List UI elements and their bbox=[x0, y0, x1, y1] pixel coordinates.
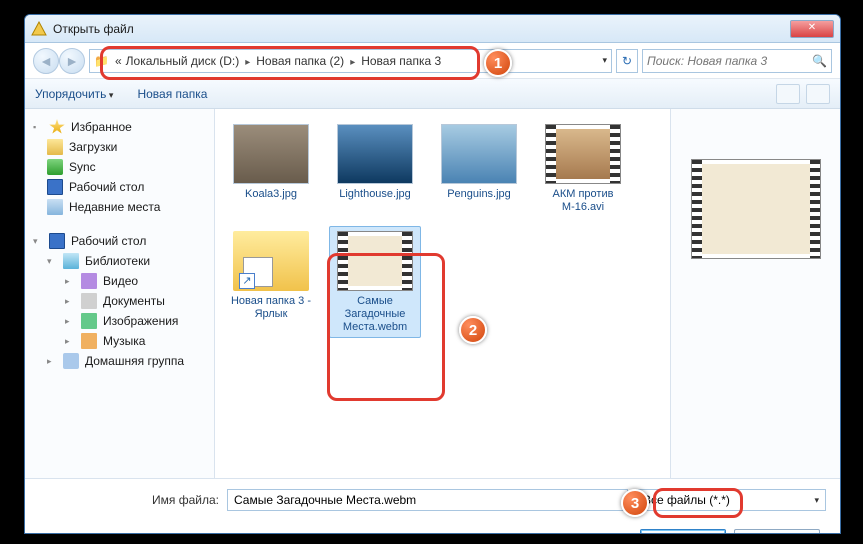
search-input[interactable] bbox=[647, 54, 812, 68]
homegroup-icon bbox=[63, 353, 79, 369]
libraries-icon bbox=[63, 253, 79, 269]
open-button[interactable]: Открыть▾ bbox=[640, 529, 726, 534]
organize-menu[interactable]: Упорядочить bbox=[35, 87, 113, 101]
file-open-dialog: Открыть файл ✕ ◄ ► 📁 « Локальный диск (D… bbox=[24, 14, 841, 534]
file-item[interactable]: Lighthouse.jpg bbox=[329, 119, 421, 218]
back-button[interactable]: ◄ bbox=[33, 48, 59, 74]
images-icon bbox=[81, 313, 97, 329]
image-thumb bbox=[233, 124, 309, 184]
sidebar-downloads[interactable]: Загрузки bbox=[69, 140, 117, 154]
sidebar-documents[interactable]: Документы bbox=[103, 294, 165, 308]
sidebar-homegroup[interactable]: Домашняя группа bbox=[85, 354, 184, 368]
annotation-marker-2: 2 bbox=[459, 316, 487, 344]
navigation-row: ◄ ► 📁 « Локальный диск (D:) Новая папка … bbox=[25, 43, 840, 79]
annotation-marker-1: 1 bbox=[484, 49, 512, 77]
sidebar-sync[interactable]: Sync bbox=[69, 160, 96, 174]
video-thumb bbox=[545, 124, 621, 184]
sidebar-video[interactable]: Видео bbox=[103, 274, 138, 288]
navigation-sidebar: ▪Избранное Загрузки Sync Рабочий стол Не… bbox=[25, 109, 215, 478]
window-title: Открыть файл bbox=[53, 22, 790, 36]
bottom-bar: Имя файла: Все файлы (*.*) Открыть▾ Отме… bbox=[25, 479, 840, 534]
file-item-selected[interactable]: Самые Загадочные Места.webm bbox=[329, 226, 421, 338]
image-thumb bbox=[337, 124, 413, 184]
sidebar-desktop2[interactable]: Рабочий стол bbox=[71, 234, 146, 248]
breadcrumb-item[interactable]: Новая папка 3 bbox=[359, 54, 443, 68]
refresh-button[interactable]: ↻ bbox=[616, 49, 638, 73]
desktop-icon bbox=[47, 179, 63, 195]
sidebar-favorites[interactable]: Избранное bbox=[71, 120, 132, 134]
preview-pane bbox=[670, 109, 840, 478]
file-type-filter[interactable]: Все файлы (*.*) bbox=[636, 489, 826, 511]
file-item[interactable]: ↗ Новая папка 3 - Ярлык bbox=[225, 226, 317, 338]
file-item[interactable]: АКМ против М-16.avi bbox=[537, 119, 629, 218]
file-item[interactable]: Koala3.jpg bbox=[225, 119, 317, 218]
cancel-button[interactable]: Отмена bbox=[734, 529, 820, 534]
new-folder-button[interactable]: Новая папка bbox=[137, 87, 207, 101]
image-thumb bbox=[441, 124, 517, 184]
sync-icon bbox=[47, 159, 63, 175]
help-button[interactable] bbox=[806, 84, 830, 104]
breadcrumb-item[interactable]: Локальный диск (D:) bbox=[124, 54, 242, 68]
sidebar-images[interactable]: Изображения bbox=[103, 314, 178, 328]
favorites-icon bbox=[49, 119, 65, 135]
music-icon bbox=[81, 333, 97, 349]
breadcrumb-item[interactable]: Новая папка (2) bbox=[254, 54, 346, 68]
titlebar: Открыть файл ✕ bbox=[25, 15, 840, 43]
folder-shortcut-thumb: ↗ bbox=[233, 231, 309, 291]
address-bar[interactable]: 📁 « Локальный диск (D:) Новая папка (2) … bbox=[89, 49, 612, 73]
search-box[interactable]: 🔍 bbox=[642, 49, 832, 73]
toolbar: Упорядочить Новая папка bbox=[25, 79, 840, 109]
desktop-icon bbox=[49, 233, 65, 249]
file-list: Koala3.jpg Lighthouse.jpg Penguins.jpg А… bbox=[215, 109, 670, 478]
preview-thumb bbox=[691, 159, 821, 259]
view-mode-button[interactable] bbox=[776, 84, 800, 104]
search-icon: 🔍 bbox=[812, 54, 827, 68]
sidebar-desktop[interactable]: Рабочий стол bbox=[69, 180, 144, 194]
filename-label: Имя файла: bbox=[39, 493, 219, 507]
video-thumb bbox=[337, 231, 413, 291]
recent-icon bbox=[47, 199, 63, 215]
folder-icon bbox=[47, 139, 63, 155]
forward-button[interactable]: ► bbox=[59, 48, 85, 74]
documents-icon bbox=[81, 293, 97, 309]
app-icon bbox=[31, 21, 47, 37]
sidebar-libraries[interactable]: Библиотеки bbox=[85, 254, 150, 268]
sidebar-recent[interactable]: Недавние места bbox=[69, 200, 160, 214]
close-button[interactable]: ✕ bbox=[790, 20, 834, 38]
annotation-marker-3: 3 bbox=[621, 489, 649, 517]
video-icon bbox=[81, 273, 97, 289]
filename-input[interactable] bbox=[227, 489, 628, 511]
sidebar-music[interactable]: Музыка bbox=[103, 334, 145, 348]
file-item[interactable]: Penguins.jpg bbox=[433, 119, 525, 218]
